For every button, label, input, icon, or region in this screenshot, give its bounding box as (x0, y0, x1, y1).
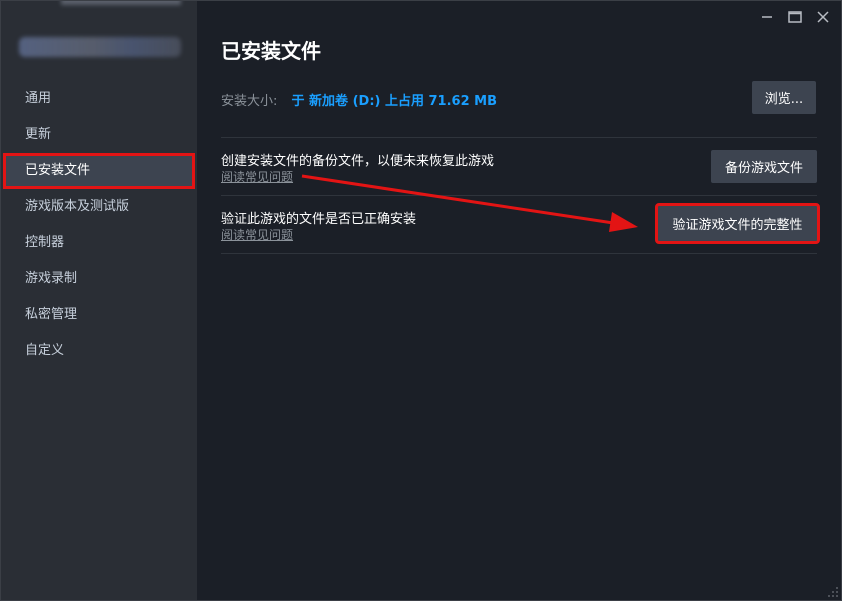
sidebar-item-privacy[interactable]: 私密管理 (1, 297, 197, 333)
blurred-game-title (19, 37, 181, 57)
maximize-button[interactable] (783, 7, 807, 27)
install-size-label: 安装大小: (221, 94, 278, 109)
minimize-button[interactable] (755, 7, 779, 27)
divider (221, 253, 817, 254)
maximize-icon (788, 11, 802, 23)
sidebar-item-game-recording[interactable]: 游戏录制 (1, 261, 197, 297)
close-icon (817, 11, 829, 23)
verify-integrity-button[interactable]: 验证游戏文件的完整性 (655, 203, 820, 244)
minimize-icon (762, 16, 772, 18)
sidebar-item-general[interactable]: 通用 (1, 81, 197, 117)
window-controls (755, 7, 835, 27)
resize-grip-icon[interactable] (825, 584, 839, 598)
page-title: 已安装文件 (221, 39, 321, 63)
backup-game-files-button[interactable]: 备份游戏文件 (711, 150, 817, 183)
verify-description: 验证此游戏的文件是否已正确安装 (221, 212, 417, 227)
verify-faq-link[interactable]: 阅读常见问题 (221, 226, 293, 243)
backup-description: 创建安装文件的备份文件，以便未来恢复此游戏 (221, 154, 495, 169)
sidebar-nav: 通用 更新 已安装文件 游戏版本及测试版 控制器 游戏录制 私密管理 自定义 (1, 81, 197, 369)
sidebar-item-controller[interactable]: 控制器 (1, 225, 197, 261)
divider (221, 137, 817, 138)
install-size-row: 安装大小: 于 新加卷 (D:) 上占用 71.62 MB (221, 90, 497, 109)
sidebar-item-installed-files[interactable]: 已安装文件 (3, 153, 195, 189)
blurred-header-text (61, 1, 181, 5)
browse-button[interactable]: 浏览... (752, 81, 816, 114)
sidebar-item-updates[interactable]: 更新 (1, 117, 197, 153)
sidebar-item-betas[interactable]: 游戏版本及测试版 (1, 189, 197, 225)
main-panel: 已安装文件 安装大小: 于 新加卷 (D:) 上占用 71.62 MB 浏览..… (197, 1, 841, 600)
close-button[interactable] (811, 7, 835, 27)
sidebar: 通用 更新 已安装文件 游戏版本及测试版 控制器 游戏录制 私密管理 自定义 (1, 1, 197, 600)
settings-window: 通用 更新 已安装文件 游戏版本及测试版 控制器 游戏录制 私密管理 自定义 已… (0, 0, 842, 601)
install-size-value[interactable]: 于 新加卷 (D:) 上占用 71.62 MB (292, 94, 497, 109)
divider (221, 195, 817, 196)
backup-faq-link[interactable]: 阅读常见问题 (221, 168, 293, 185)
sidebar-item-customize[interactable]: 自定义 (1, 333, 197, 369)
